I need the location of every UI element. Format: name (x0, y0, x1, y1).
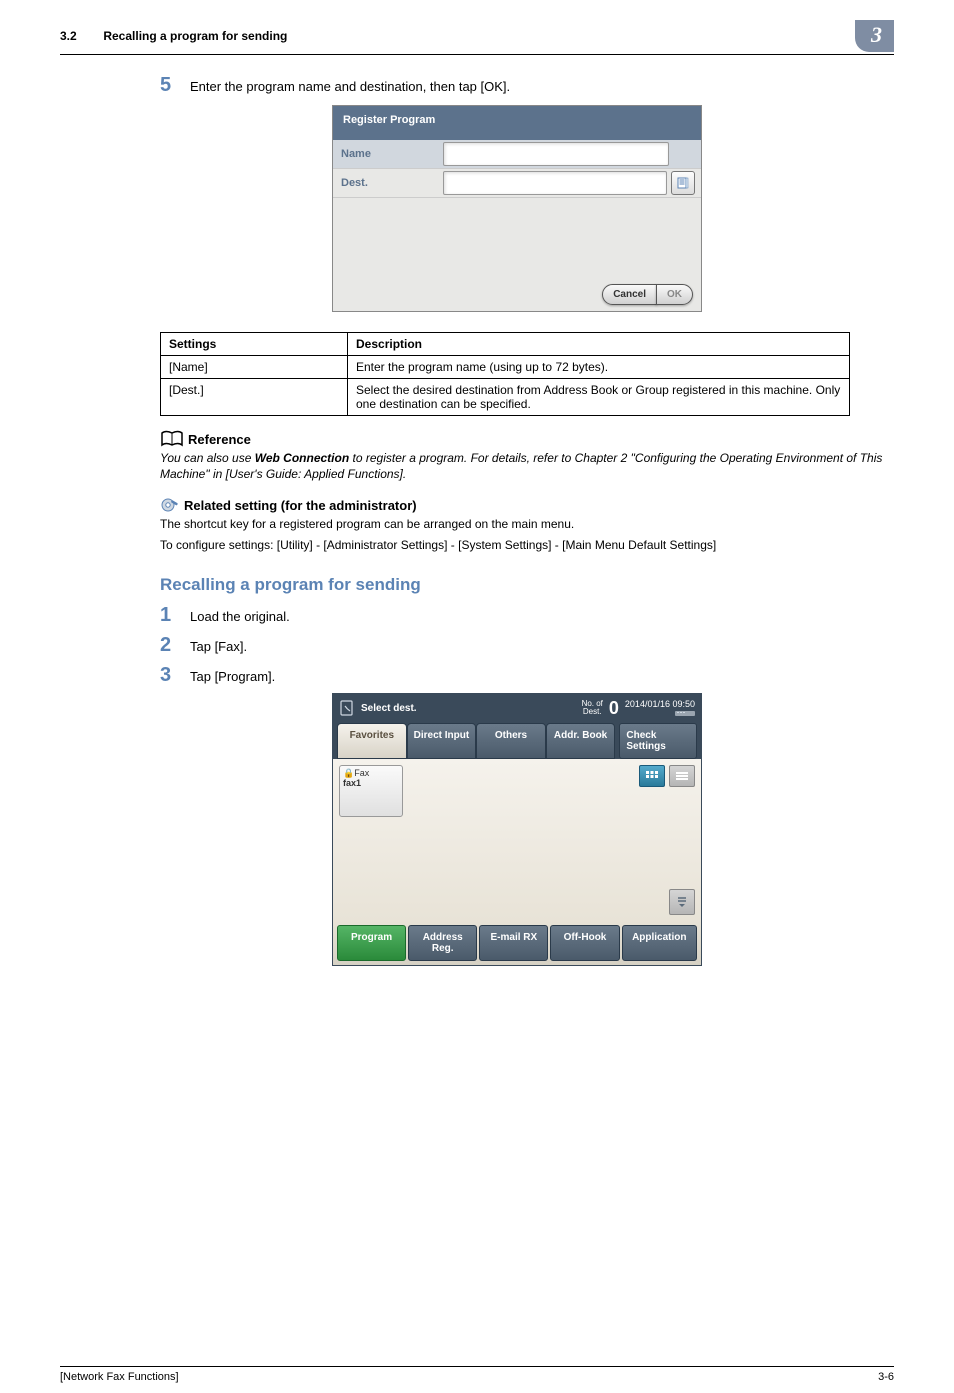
dialog-title: Register Program (333, 106, 701, 140)
cancel-button[interactable]: Cancel (602, 284, 657, 305)
dest-input[interactable] (443, 171, 667, 195)
tab-direct-input[interactable]: Direct Input (407, 723, 477, 759)
cell-setting: [Dest.] (161, 379, 348, 416)
address-reg-button[interactable]: Address Reg. (408, 925, 477, 961)
table-row: [Dest.] Select the desired destination f… (161, 379, 850, 416)
dest-picker-button[interactable] (671, 171, 695, 195)
section-title: Recalling a program for sending (103, 29, 287, 43)
view-list-button[interactable] (669, 765, 695, 787)
step-number: 3 (160, 665, 190, 685)
grid-icon (646, 771, 658, 781)
cell-setting: [Name] (161, 356, 348, 379)
check-settings-button[interactable]: Check Settings (619, 723, 697, 759)
footer-right: 3-6 (878, 1371, 894, 1383)
off-hook-button[interactable]: Off-Hook (550, 925, 619, 961)
fav-type: Fax (354, 768, 369, 778)
application-button[interactable]: Application (622, 925, 697, 961)
lock-icon: 🔒 (343, 768, 354, 778)
step-text: Tap [Fax]. (190, 635, 247, 655)
ref-text-pre: You can also use (160, 451, 255, 465)
related-setting-heading: Related setting (for the administrator) (160, 496, 894, 514)
step-5: 5 Enter the program name and destination… (160, 75, 894, 95)
settings-table: Settings Description [Name] Enter the pr… (160, 332, 850, 416)
footer-left: [Network Fax Functions] (60, 1371, 179, 1383)
section-number: 3.2 (60, 29, 100, 43)
page-header: 3.2 Recalling a program for sending 3 (60, 20, 894, 55)
program-button[interactable]: Program (337, 925, 406, 961)
reference-text: You can also use Web Connection to regis… (160, 450, 894, 482)
step-number: 2 (160, 635, 190, 655)
book-icon (160, 430, 184, 448)
reference-heading: Reference (160, 430, 894, 448)
th-settings: Settings (161, 333, 348, 356)
fav-label: fax1 (343, 778, 361, 788)
ref-text-bold: Web Connection (255, 451, 349, 465)
phone-doc-icon (339, 699, 357, 717)
gear-wrench-icon (160, 496, 180, 514)
step-3: 3 Tap [Program]. (160, 665, 894, 685)
favorite-item-fax1[interactable]: 🔒Fax fax1 (339, 765, 403, 817)
chapter-badge: 3 (855, 20, 894, 52)
view-grid-button[interactable] (639, 765, 665, 787)
step-number: 1 (160, 605, 190, 625)
dest-count-label: No. of Dest. (582, 700, 603, 716)
related-label: Related setting (for the administrator) (184, 498, 417, 513)
name-input[interactable] (443, 142, 669, 166)
reference-label: Reference (188, 432, 251, 447)
select-dest-title: Select dest. (361, 703, 417, 714)
tab-addr-book[interactable]: Addr. Book (546, 723, 616, 759)
tab-others[interactable]: Others (476, 723, 546, 759)
page-footer: [Network Fax Functions] 3-6 (60, 1366, 894, 1383)
step-2: 2 Tap [Fax]. (160, 635, 894, 655)
dest-label: Dest. (339, 171, 443, 195)
th-description: Description (348, 333, 850, 356)
step-1: 1 Load the original. (160, 605, 894, 625)
select-dest-screen: Select dest. No. of Dest. 0 2014/01/16 0… (332, 693, 702, 966)
related-line2: To configure settings: [Utility] - [Admi… (160, 537, 894, 553)
name-label: Name (339, 142, 443, 166)
step-text: Tap [Program]. (190, 665, 275, 685)
related-line1: The shortcut key for a registered progra… (160, 516, 894, 532)
step-number: 5 (160, 75, 190, 95)
list-icon (676, 771, 688, 781)
cell-desc: Select the desired destination from Addr… (348, 379, 850, 416)
ok-button[interactable]: OK (656, 284, 693, 305)
email-rx-button[interactable]: E-mail RX (479, 925, 548, 961)
keyboard-tray-icon (675, 709, 695, 717)
section-heading-recalling: Recalling a program for sending (160, 575, 894, 595)
scroll-lines-icon (676, 896, 688, 908)
register-program-dialog: Register Program Name Dest. Cancel OK (332, 105, 702, 312)
dest-count: No. of Dest. (582, 700, 603, 716)
tab-favorites[interactable]: Favorites (337, 723, 407, 759)
scroll-down-button[interactable] (669, 889, 695, 915)
timestamp: 2014/01/16 09:50 (625, 699, 695, 709)
cell-desc: Enter the program name (using up to 72 b… (348, 356, 850, 379)
dest-count-value: 0 (609, 698, 619, 719)
step-text: Enter the program name and destination, … (190, 75, 510, 95)
step-text: Load the original. (190, 605, 290, 625)
address-book-icon (677, 177, 689, 189)
table-row: [Name] Enter the program name (using up … (161, 356, 850, 379)
header-left: 3.2 Recalling a program for sending (60, 29, 287, 43)
